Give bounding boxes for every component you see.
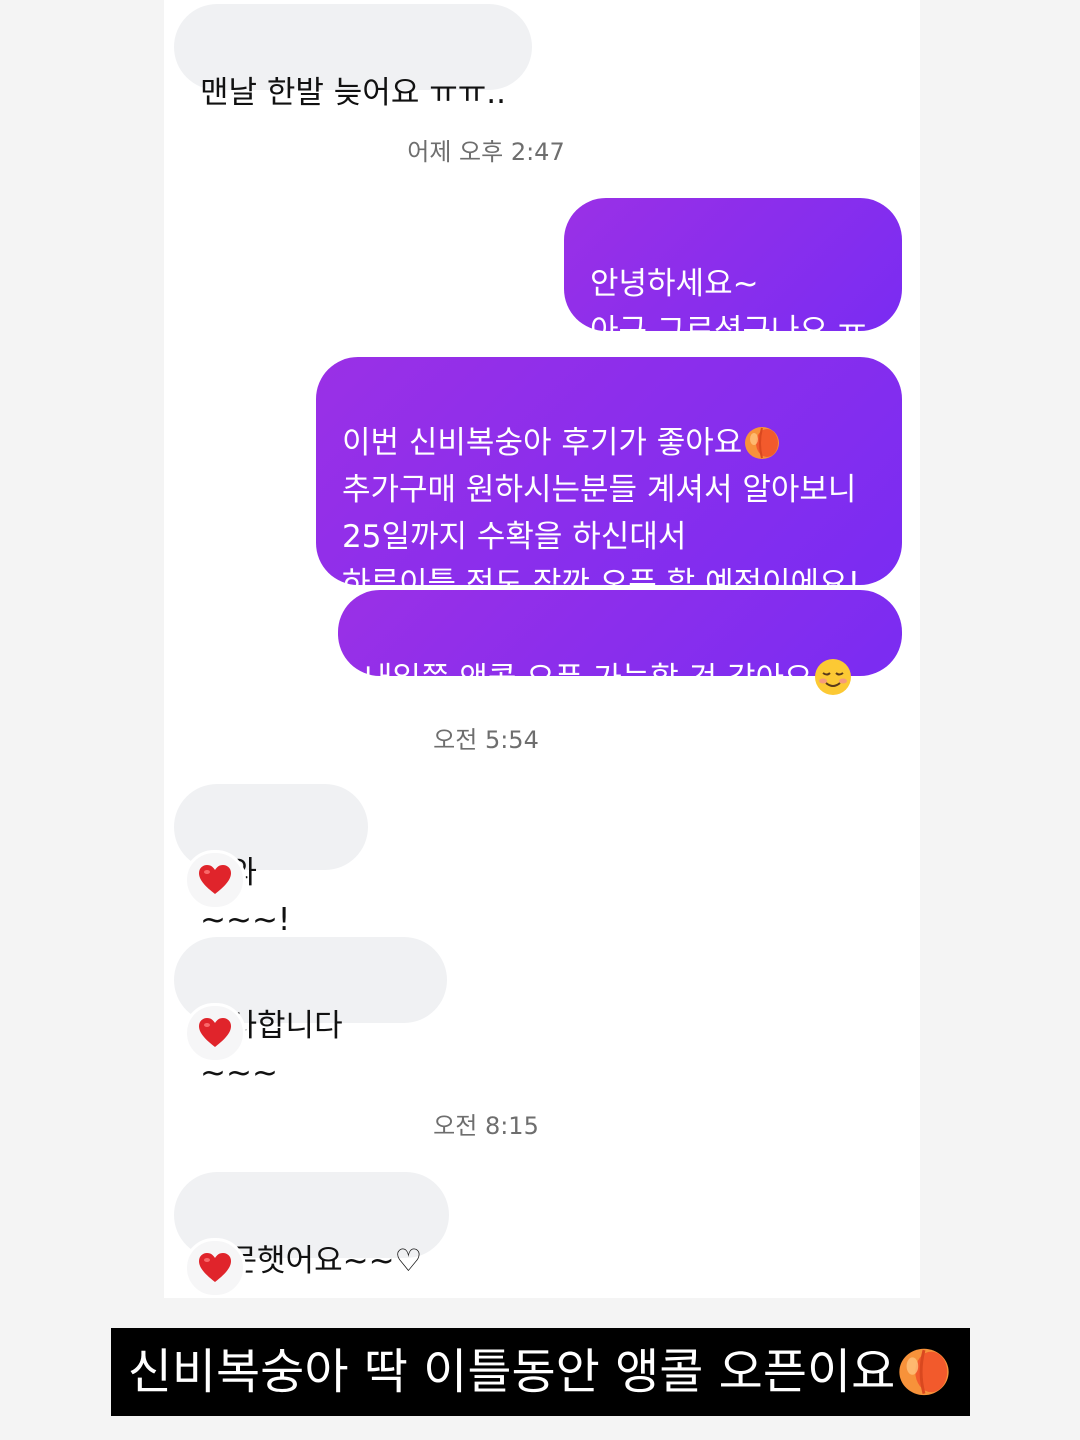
peach-emoji-icon — [899, 1348, 949, 1396]
message-text: 이번 신비복숭아 후기가 좋아요 — [342, 425, 743, 461]
caption-banner: 신비복숭아 딱 이틀동안 앵콜 오픈이요 — [111, 1328, 970, 1416]
outgoing-message[interactable]: 이번 신비복숭아 후기가 좋아요 추가구매 원하시는분들 계셔서 알아보니 25… — [316, 357, 902, 602]
chat-thread: 맨날 한발 늦어요 ㅠㅠ.. 어제 오후 2:47 안녕하세요~ 아구 그르셨구… — [164, 0, 920, 1298]
red-heart-icon — [199, 1253, 231, 1282]
caption-text: 신비복숭아 딱 이틀동안 앵콜 오픈이요 — [127, 1344, 896, 1400]
timestamp: 어제 오후 2:47 — [407, 138, 565, 166]
timestamp: 오전 5:54 — [433, 726, 539, 754]
heart-reaction[interactable] — [184, 850, 246, 910]
outgoing-message[interactable]: 내일쯤 앵콜 오픈 가능할 것 같아요 — [338, 590, 902, 697]
outgoing-message[interactable]: 안녕하세요~ 아구 그르셨구나요 ㅠ — [564, 198, 902, 349]
red-heart-icon — [199, 1018, 231, 1047]
message-text: 내일쯤 앵콜 오픈 가능할 것 같아요 — [364, 661, 813, 697]
incoming-message[interactable]: 맨날 한발 늦어요 ㅠㅠ.. — [174, 4, 532, 111]
timestamp: 오전 8:15 — [433, 1112, 539, 1140]
smiling-face-emoji-icon — [814, 659, 851, 695]
heart-reaction[interactable] — [184, 1003, 246, 1063]
message-text: 안녕하세요~ 아구 그르셨구나요 ㅠ — [590, 266, 867, 349]
peach-emoji-icon — [745, 427, 780, 459]
red-heart-icon — [199, 865, 231, 894]
message-text: 추가구매 원하시는분들 계셔서 알아보니 25일까지 수확을 하신대서 하루이틀… — [342, 472, 861, 602]
message-text: 맨날 한발 늦어요 ㅠㅠ.. — [200, 75, 506, 111]
heart-reaction[interactable] — [184, 1238, 246, 1298]
